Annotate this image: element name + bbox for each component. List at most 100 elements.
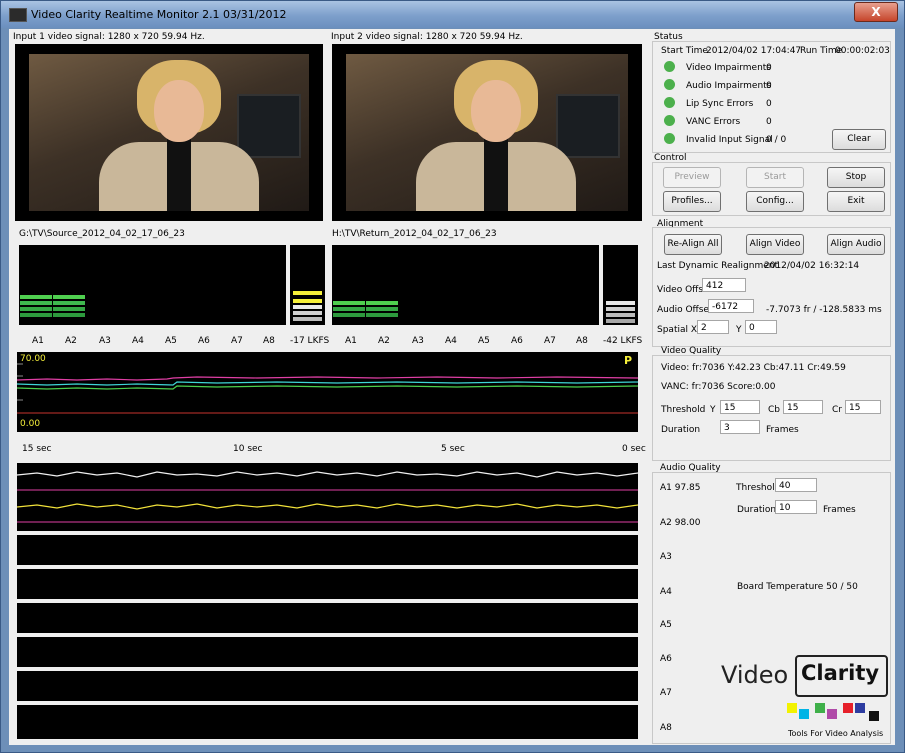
config-button[interactable]: Config...: [746, 191, 804, 212]
client-area: Input 1 video signal: 1280 x 720 59.94 H…: [9, 29, 895, 745]
spatial-x-input[interactable]: 2: [697, 320, 729, 334]
vq-cb-label: Cb: [768, 405, 780, 415]
meter-bar-a1: [333, 307, 365, 311]
audio-offset-input[interactable]: -6172: [708, 299, 754, 313]
meter-bar-a2: [53, 313, 85, 317]
aq-duration-input[interactable]: 10: [775, 500, 817, 514]
loudness-bar: [606, 301, 635, 305]
invalid-input-indicator: [664, 133, 675, 144]
preview-button[interactable]: Preview: [663, 167, 721, 188]
aq-frames-label: Frames: [823, 505, 856, 515]
video-offset-input[interactable]: 412: [702, 278, 746, 292]
loudness-bar: [606, 307, 635, 311]
audio-offset-readout: -7.7073 fr / -128.5833 ms: [766, 305, 882, 315]
a2-readout: A2 98.00: [660, 518, 701, 528]
audio-impairments-value: 0: [766, 81, 772, 91]
invalid-input-value: 0 / 0: [766, 135, 787, 145]
audio-impairments-label: Audio Impairments: [686, 81, 772, 91]
spatial-y-input[interactable]: 0: [745, 320, 777, 334]
input1-video: [15, 44, 323, 221]
vq-cr-input[interactable]: 15: [845, 400, 881, 414]
logo-word-clarity: Clarity: [801, 661, 880, 685]
lip-sync-label: Lip Sync Errors: [686, 99, 754, 109]
graph-top-label: 70.00: [20, 354, 46, 364]
title-bar: Video Clarity Realtime Monitor 2.1 03/31…: [1, 1, 904, 28]
clear-button[interactable]: Clear: [832, 129, 886, 150]
vq-threshold-label: Threshold: [661, 405, 706, 415]
spatial-y-label: Y: [736, 325, 742, 335]
vq-duration-input[interactable]: 3: [720, 420, 760, 434]
channel-label-a7: A7: [544, 336, 556, 346]
channel-label-a1: A1: [32, 336, 44, 346]
background-monitor: [237, 94, 301, 158]
loudness-bar: [606, 319, 635, 323]
invalid-input-label: Invalid Input Signal: [686, 135, 773, 145]
presenter-face: [471, 80, 521, 142]
loudness-bar: [293, 311, 322, 315]
quality-graph: 70.00 0.00 P: [17, 352, 638, 432]
meter-bar-a1: [20, 301, 52, 305]
start-button[interactable]: Start: [746, 167, 804, 188]
input2-video: [332, 44, 642, 221]
loudness-bar: [606, 313, 635, 317]
close-button[interactable]: X: [854, 2, 898, 22]
loudness-bar: [293, 291, 322, 295]
source-path: G:\TV\Source_2012_04_02_17_06_23: [19, 229, 185, 239]
align-video-button[interactable]: Align Video: [746, 234, 804, 255]
vq-cb-input[interactable]: 15: [783, 400, 823, 414]
meter-bar-a2: [53, 307, 85, 311]
channel-label-a1: A1: [345, 336, 357, 346]
a5-label: A5: [660, 620, 672, 630]
video-impairments-indicator: [664, 61, 675, 72]
time-label-10: 10 sec: [233, 444, 263, 454]
time-label-0: 0 sec: [622, 444, 646, 454]
audio-meter-left: [19, 245, 286, 325]
meter-bar-a2: [366, 313, 398, 317]
a7-label: A7: [660, 688, 672, 698]
profiles-button[interactable]: Profiles...: [663, 191, 721, 212]
audio-waveform-a8: [17, 705, 638, 739]
channel-label-a8: A8: [263, 336, 275, 346]
logo-square-cyan: [799, 709, 809, 719]
audio-waveform-a4: [17, 569, 638, 599]
window-title: Video Clarity Realtime Monitor 2.1 03/31…: [31, 8, 287, 21]
start-time-value: 2012/04/02 17:04:47: [706, 46, 802, 56]
stop-button[interactable]: Stop: [827, 167, 885, 188]
loudness-right-label: -42 LKFS: [603, 336, 643, 346]
realign-all-button[interactable]: Re-Align All: [664, 234, 722, 255]
audio-waveform-a3: [17, 535, 638, 565]
vanc-errors-label: VANC Errors: [686, 117, 741, 127]
quality-graph-svg: [17, 363, 638, 414]
loudness-bar: [293, 299, 322, 303]
audio-meter-right: [332, 245, 599, 325]
aq-threshold-input[interactable]: 40: [775, 478, 817, 492]
a1-readout: A1 97.85: [660, 483, 701, 493]
channel-label-a3: A3: [412, 336, 424, 346]
vq-y-input[interactable]: 15: [720, 400, 760, 414]
lip-sync-value: 0: [766, 99, 772, 109]
video-impairments-label: Video Impairments: [686, 63, 771, 73]
channel-label-a4: A4: [132, 336, 144, 346]
video-quality-readout: Video: fr:7036 Y:42.23 Cb:47.11 Cr:49.59: [661, 363, 846, 373]
last-realignment-label: Last Dynamic Realignment: [657, 261, 779, 271]
video-clarity-logo: Video Clarity Tools For Video Analysis: [719, 647, 889, 742]
align-audio-button[interactable]: Align Audio: [827, 234, 885, 255]
logo-square-red: [843, 703, 853, 713]
vanc-errors-value: 0: [766, 117, 772, 127]
aq-duration-label: Duration: [737, 505, 777, 515]
time-label-15: 15 sec: [22, 444, 52, 454]
meter-bar-a1: [20, 307, 52, 311]
vq-cr-label: Cr: [832, 405, 842, 415]
meter-bar-a2: [366, 307, 398, 311]
logo-square-yellow: [787, 703, 797, 713]
a8-label: A8: [660, 723, 672, 733]
meter-bar-a1: [333, 301, 365, 305]
a6-label: A6: [660, 654, 672, 664]
channel-label-a2: A2: [378, 336, 390, 346]
channel-label-a5: A5: [478, 336, 490, 346]
audio-waveform-a6: [17, 637, 638, 667]
exit-button[interactable]: Exit: [827, 191, 885, 212]
audio-offset-label: Audio Offset: [657, 305, 713, 315]
board-temperature: Board Temperature 50 / 50: [737, 582, 858, 592]
input1-label: Input 1 video signal: 1280 x 720 59.94 H…: [13, 32, 205, 42]
